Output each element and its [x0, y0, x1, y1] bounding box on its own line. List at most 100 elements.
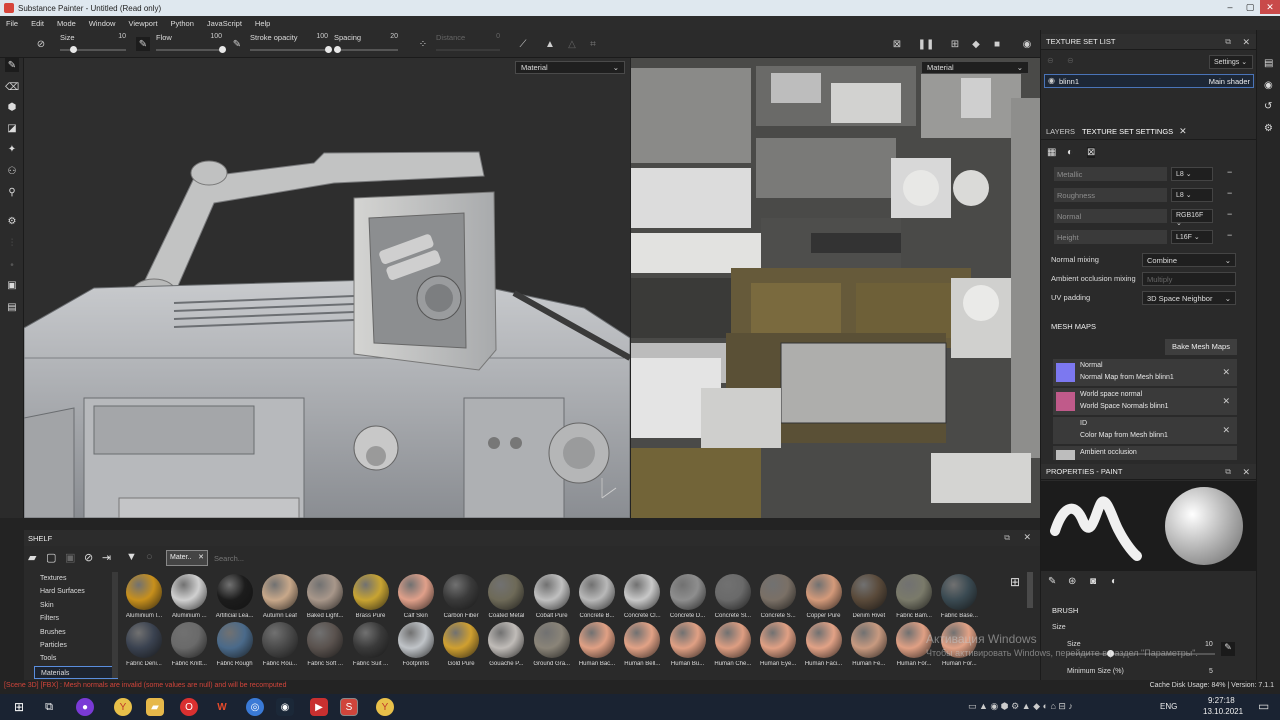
- split-view-icon[interactable]: ⊞: [948, 37, 962, 51]
- image-icon[interactable]: ▣: [5, 278, 19, 292]
- brush-tab-icon[interactable]: ✎: [1048, 576, 1056, 587]
- category-tools[interactable]: Tools: [34, 652, 118, 665]
- grid-view-icon[interactable]: ⊞: [1010, 575, 1020, 589]
- category-textures[interactable]: Textures: [34, 572, 118, 585]
- material-item[interactable]: Gold Pure: [439, 622, 483, 667]
- remove-map-icon[interactable]: ✕: [1222, 367, 1230, 378]
- media-player-icon[interactable]: ▶: [310, 698, 328, 716]
- menu-file[interactable]: File: [6, 19, 18, 28]
- mesh-map-item[interactable]: ID Color Map from Mesh blinn1 ✕: [1053, 417, 1237, 444]
- remove-channel-icon[interactable]: −: [1227, 230, 1232, 240]
- stencil-tab-icon[interactable]: ◙: [1090, 576, 1096, 587]
- flow-param[interactable]: Flow 100: [156, 32, 226, 56]
- mirror-icon[interactable]: ▲: [543, 37, 557, 51]
- close-panel-icon[interactable]: ✕: [1242, 37, 1250, 48]
- material-item[interactable]: Human Che...: [711, 622, 755, 667]
- shader-settings-icon[interactable]: ◉: [1264, 80, 1273, 91]
- filter-icon[interactable]: ▼: [126, 551, 137, 563]
- flow-pressure-icon[interactable]: ✎: [230, 37, 244, 51]
- stroke-opacity-slider-knob[interactable]: [325, 46, 332, 53]
- material-item[interactable]: Human Bac...: [575, 622, 619, 667]
- file-explorer-icon[interactable]: ▰: [146, 698, 164, 716]
- category-materials[interactable]: Materials: [34, 665, 118, 680]
- folder-icon[interactable]: ▰: [28, 551, 36, 564]
- category-particles[interactable]: Particles: [34, 639, 118, 652]
- material-item[interactable]: Human Bell...: [620, 622, 664, 667]
- opera-icon[interactable]: O: [180, 698, 198, 716]
- stroke-opacity-param[interactable]: Stroke opacity 100: [250, 32, 332, 56]
- alpha-tab-icon[interactable]: ⊛: [1068, 576, 1076, 587]
- pin-icon[interactable]: ⧉: [1225, 37, 1231, 47]
- dot-icon[interactable]: •: [5, 258, 19, 272]
- ruler-icon[interactable]: ⫶: [5, 236, 19, 250]
- clone-icon[interactable]: ⚇: [5, 164, 19, 178]
- material-item[interactable]: Fabric Deni...: [122, 622, 166, 667]
- stroke-opacity-slider[interactable]: [250, 46, 332, 53]
- symmetry-icon[interactable]: ⊘: [34, 37, 48, 51]
- mesh-map-item[interactable]: Ambient occlusion: [1053, 446, 1237, 460]
- material-item[interactable]: Footprints: [394, 622, 438, 667]
- mesh-map-item[interactable]: World space normal World Space Normals b…: [1053, 388, 1237, 415]
- duplicate-icon[interactable]: ▣: [65, 551, 75, 564]
- settings-dropdown[interactable]: Settings ⌄: [1209, 55, 1253, 69]
- material-item[interactable]: Fabric Suit ...: [349, 622, 393, 667]
- cube-view-icon[interactable]: ◆: [969, 37, 983, 51]
- shader-icon[interactable]: ◐: [1067, 147, 1073, 158]
- viewport-2d[interactable]: Material ⌄: [631, 58, 1040, 518]
- tab-layers[interactable]: LAYERS: [1046, 127, 1075, 136]
- app-browser-icon[interactable]: ●: [76, 698, 94, 716]
- material-item[interactable]: Baked Light...: [303, 574, 347, 619]
- menu-mode[interactable]: Mode: [57, 19, 76, 28]
- menu-edit[interactable]: Edit: [31, 19, 44, 28]
- material-item[interactable]: Human Fe...: [847, 622, 891, 667]
- material-item[interactable]: Concrete B...: [575, 574, 619, 619]
- material-item[interactable]: Fabric Base...: [937, 574, 981, 619]
- reset-icon[interactable]: ○: [146, 551, 153, 563]
- material-item[interactable]: Fabric Rough: [213, 622, 257, 667]
- close-tag-icon[interactable]: ✕: [198, 553, 204, 561]
- material-item[interactable]: Human Bu...: [666, 622, 710, 667]
- substance-painter-taskbar-icon[interactable]: S: [340, 698, 358, 716]
- menu-javascript[interactable]: JavaScript: [207, 19, 242, 28]
- size-param[interactable]: Size 10: [60, 32, 126, 56]
- viewport-3d[interactable]: Material ⌄: [24, 58, 630, 518]
- material-item[interactable]: Concrete S...: [756, 574, 800, 619]
- close-panel-icon[interactable]: ✕: [1242, 467, 1250, 478]
- uv-icon[interactable]: ⊠: [1087, 147, 1096, 158]
- category-filters[interactable]: Filters: [34, 612, 118, 625]
- new-tab-icon[interactable]: ▢: [46, 551, 56, 564]
- viewport2d-mode-select[interactable]: Material ⌄: [921, 61, 1029, 74]
- close-panel-icon[interactable]: ✕: [1023, 532, 1031, 543]
- material-item[interactable]: Carbon Fiber: [439, 574, 483, 619]
- eye-icon[interactable]: ◉: [1048, 76, 1055, 85]
- material-item[interactable]: Brass Pure: [349, 574, 393, 619]
- bake-mesh-maps-button[interactable]: Bake Mesh Maps: [1165, 339, 1237, 355]
- channel-format-select[interactable]: L8 ⌄: [1171, 188, 1213, 202]
- chrome-icon[interactable]: ◎: [246, 698, 264, 716]
- category-brushes[interactable]: Brushes: [34, 626, 118, 639]
- pin-icon[interactable]: ⧉: [1225, 467, 1231, 477]
- menu-viewport[interactable]: Viewport: [128, 19, 157, 28]
- layers-panel-icon[interactable]: ▤: [1264, 58, 1273, 69]
- material-item[interactable]: Concrete Sl...: [711, 574, 755, 619]
- tray-icons[interactable]: ▭ ▲ ◉ ⬢ ⚙ ▲ ◆ ◐ ⌂ ⊟ ♪: [968, 701, 1073, 712]
- screenshot-icon[interactable]: ◉: [1020, 37, 1034, 51]
- category-skin[interactable]: Skin: [34, 599, 118, 612]
- remove-map-icon[interactable]: ✕: [1222, 425, 1230, 436]
- minimize-button[interactable]: –: [1220, 0, 1240, 14]
- mesh-map-item[interactable]: Normal Normal Map from Mesh blinn1 ✕: [1053, 359, 1237, 386]
- remove-channel-icon[interactable]: −: [1227, 209, 1232, 219]
- pin-icon[interactable]: ⧉: [1004, 533, 1010, 543]
- material-item[interactable]: Ground Gra...: [530, 622, 574, 667]
- shelf-search-input[interactable]: [214, 550, 514, 566]
- remove-channel-icon[interactable]: −: [1227, 167, 1232, 177]
- material-tab-icon[interactable]: ◐: [1111, 576, 1117, 587]
- material-item[interactable]: Fabric Knitt...: [167, 622, 211, 667]
- menu-help[interactable]: Help: [255, 19, 270, 28]
- task-view-icon[interactable]: ⧉: [40, 698, 58, 716]
- material-item[interactable]: Human Eye...: [756, 622, 800, 667]
- lazy-mouse-icon[interactable]: ⁘: [416, 37, 430, 51]
- size-slider[interactable]: [60, 46, 126, 53]
- projection-icon[interactable]: ⬢: [5, 100, 19, 114]
- history-icon[interactable]: ↺: [1264, 101, 1272, 112]
